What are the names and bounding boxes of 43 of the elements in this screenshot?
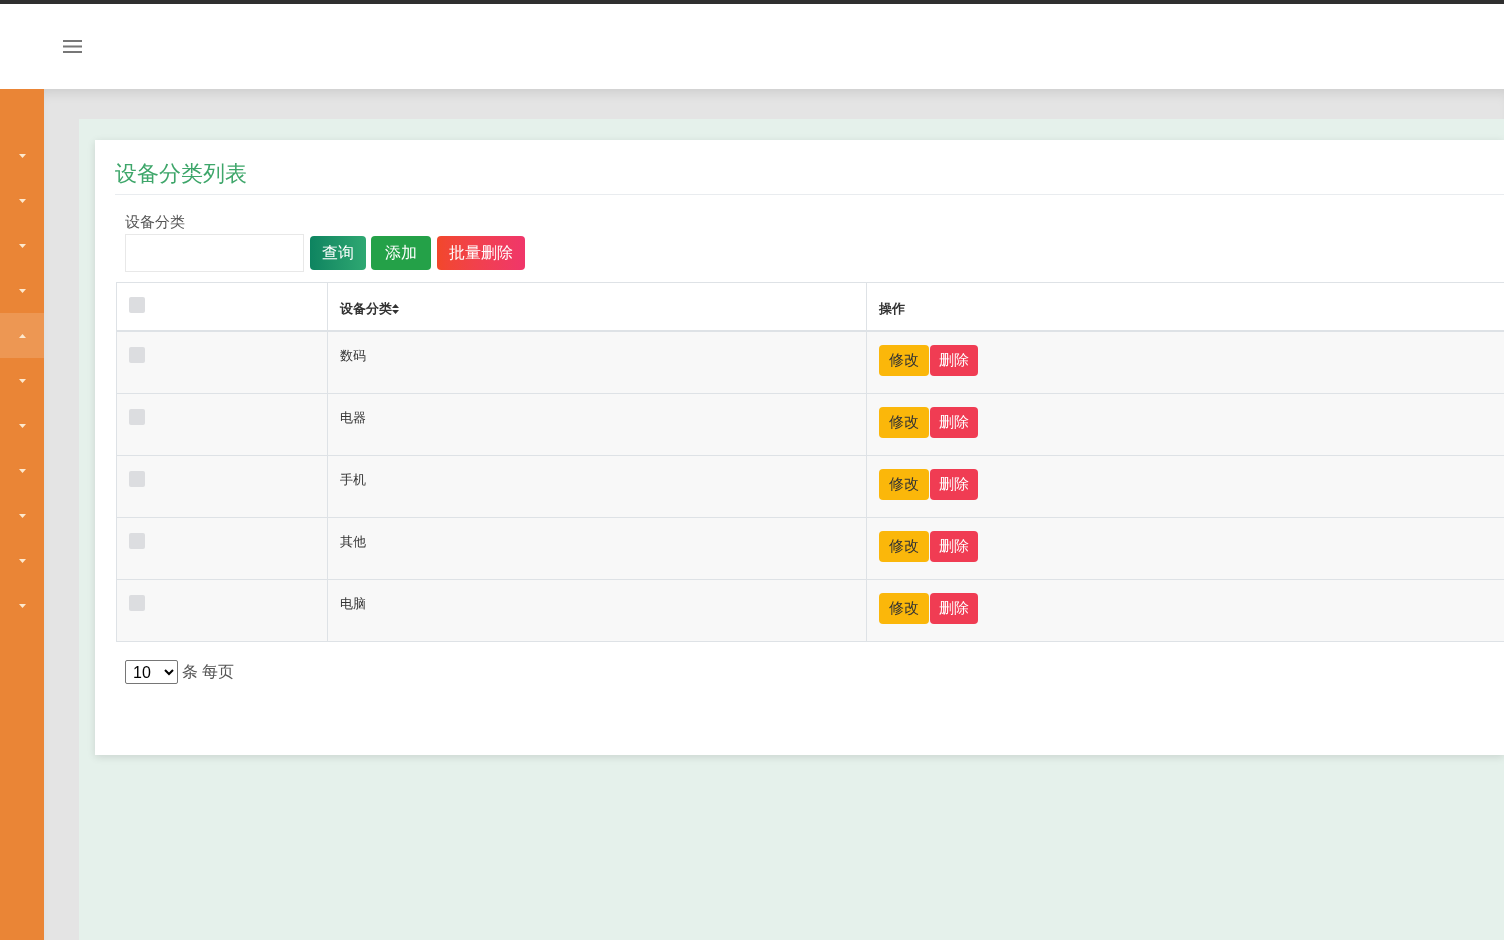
delete-button[interactable]: 删除 <box>930 407 978 438</box>
caret-down-icon <box>18 513 26 518</box>
column-header[interactable]: 设备分类 <box>340 301 392 317</box>
table-cell: 数码 <box>327 332 866 393</box>
checkbox[interactable] <box>129 409 145 425</box>
delete-button[interactable]: 删除 <box>930 593 978 624</box>
checkbox[interactable] <box>129 533 145 549</box>
caret-up-icon <box>18 333 26 338</box>
sort-icon[interactable] <box>392 304 399 314</box>
delete-button[interactable]: 删除 <box>930 531 978 562</box>
checkbox[interactable] <box>129 347 145 363</box>
table-cell: 电器 <box>327 394 866 455</box>
edit-button[interactable]: 修改 <box>879 531 929 562</box>
batch-delete-button[interactable]: 批量删除 <box>437 236 525 270</box>
page-size-select[interactable]: 10 <box>125 660 178 684</box>
checkbox[interactable] <box>129 297 145 313</box>
edit-button[interactable]: 修改 <box>879 593 929 624</box>
column-header[interactable]: 操作 <box>879 301 905 317</box>
table-cell: 电脑 <box>327 580 866 641</box>
search-label: 设备分类 <box>125 212 185 232</box>
caret-down-icon <box>18 603 26 608</box>
checkbox[interactable] <box>129 471 145 487</box>
table-cell: 其他 <box>327 518 866 579</box>
caret-down-icon <box>18 558 26 563</box>
caret-down-icon <box>18 153 26 158</box>
table-cell: 手机 <box>327 456 866 517</box>
menu-icon[interactable] <box>63 40 82 53</box>
checkbox[interactable] <box>129 595 145 611</box>
caret-down-icon <box>18 243 26 248</box>
sidebar-item[interactable] <box>0 313 44 358</box>
edit-button[interactable]: 修改 <box>879 345 929 376</box>
caret-down-icon <box>18 423 26 428</box>
delete-button[interactable]: 删除 <box>930 345 978 376</box>
delete-button[interactable]: 删除 <box>930 469 978 500</box>
caret-down-icon <box>18 198 26 203</box>
edit-button[interactable]: 修改 <box>879 407 929 438</box>
card-title: 设备分类列表 <box>115 160 248 188</box>
page-size-label: 条 每页 <box>182 662 235 682</box>
caret-down-icon <box>18 468 26 473</box>
edit-button[interactable]: 修改 <box>879 469 929 500</box>
search-button[interactable]: 查询 <box>310 236 366 270</box>
caret-down-icon <box>18 288 26 293</box>
caret-down-icon <box>18 378 26 383</box>
